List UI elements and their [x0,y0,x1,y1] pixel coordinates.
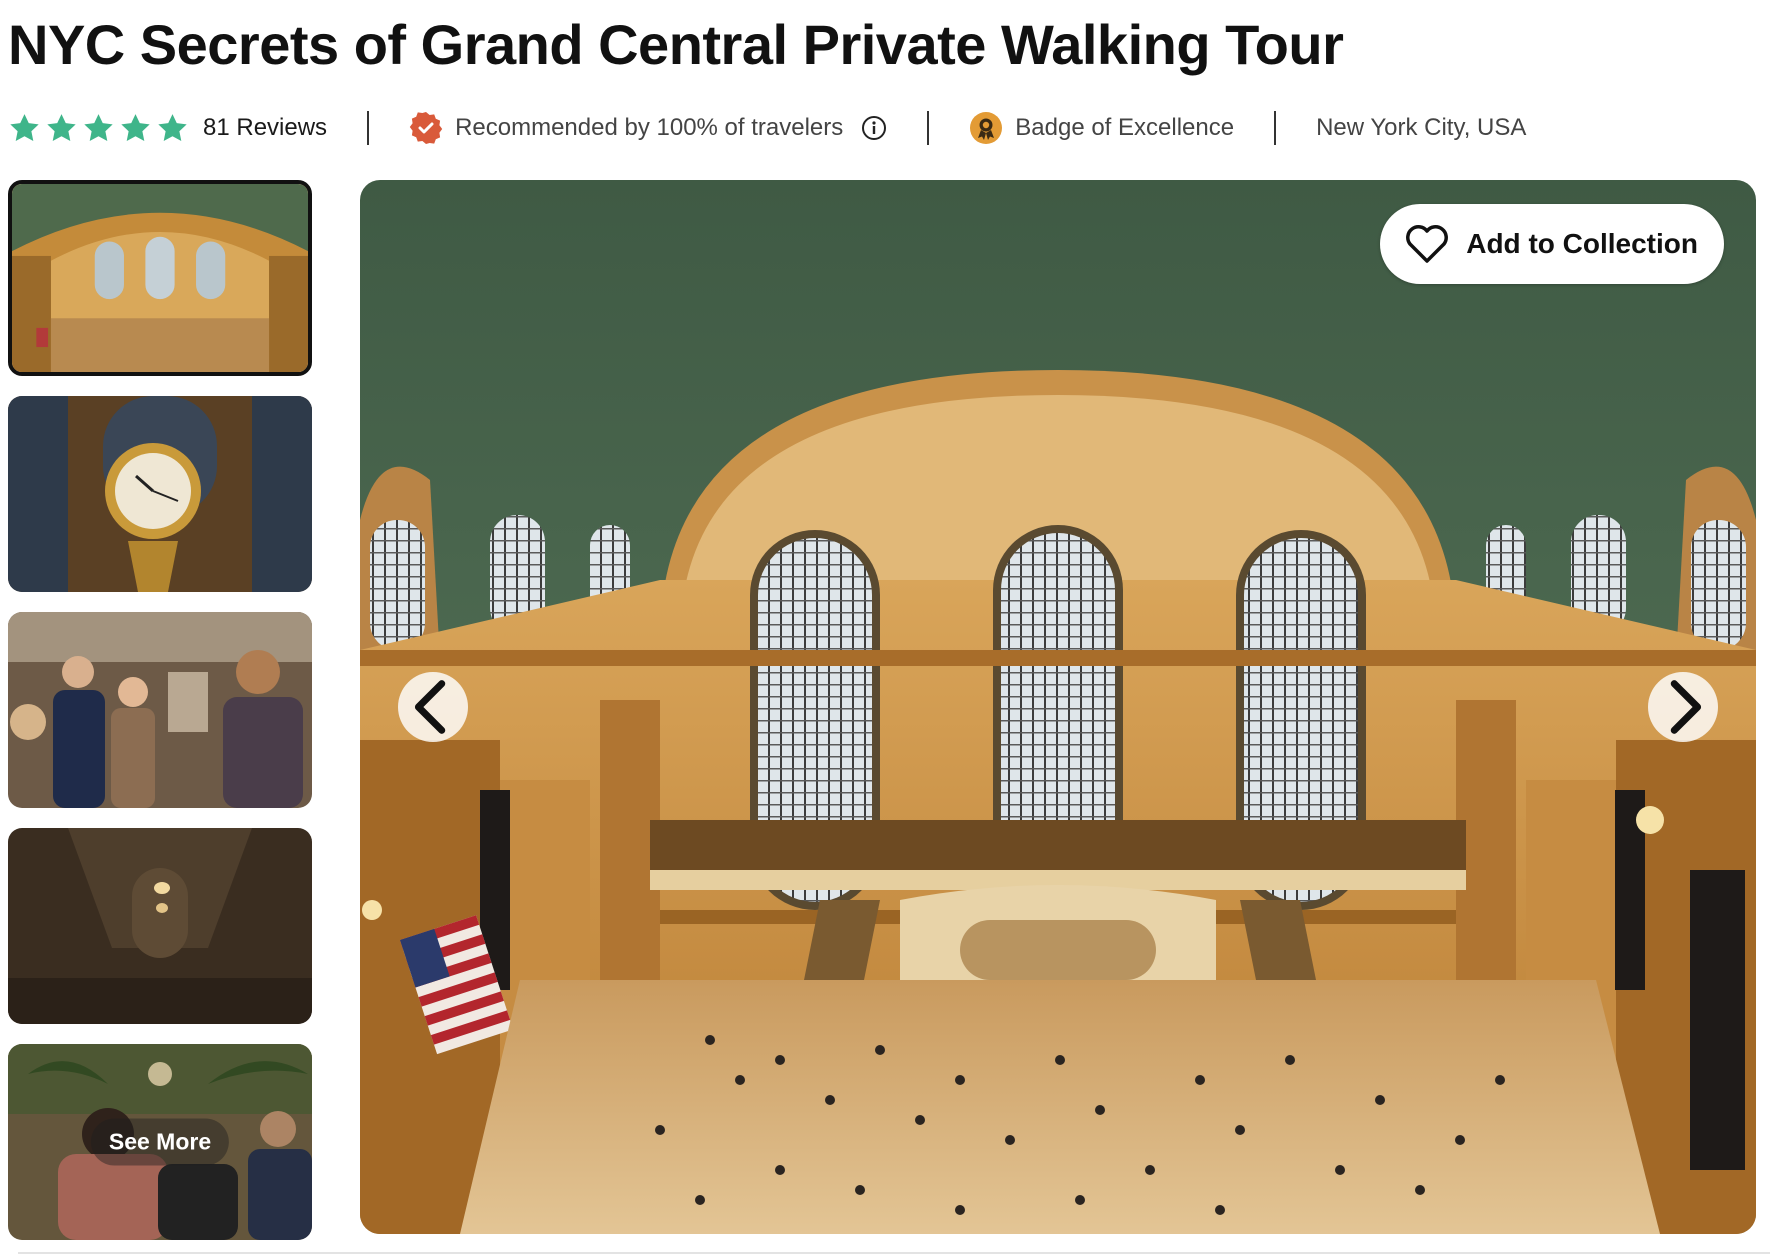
next-image-button[interactable] [1648,672,1718,742]
concourse-thumb-image [12,184,308,372]
star-icon [158,113,187,141]
divider [367,111,370,145]
star-icon [47,113,76,141]
clock-thumb-image [8,396,312,592]
reviews-link[interactable]: 81 Reviews [203,114,327,142]
chevron-left-icon [414,680,446,734]
star-icon [84,113,113,141]
thumbnail-clock[interactable] [8,396,312,592]
chevron-right-icon [1670,680,1702,734]
verified-badge-icon [409,111,443,145]
add-to-collection-label: Add to Collection [1466,228,1698,259]
thumbnail-tour-group[interactable] [8,612,312,808]
group-thumb-image [8,612,312,808]
badge-text: Badge of Excellence [1015,114,1235,141]
hero-image-carousel[interactable]: Add to Collection [360,180,1756,1234]
recommendation-text: Recommended by 100% of travelers [455,114,844,141]
previous-image-button[interactable] [398,672,468,742]
thumbnail-see-more[interactable]: See More [8,1044,312,1240]
divider [1274,111,1277,145]
info-icon[interactable] [861,115,887,141]
rating-stars [8,112,189,145]
page-title: NYC Secrets of Grand Central Private Wal… [8,13,1344,76]
see-more-button[interactable]: See More [90,1118,230,1166]
award-badge-icon [969,111,1003,145]
tour-meta-row: 81 Reviews Recommended by 100% of travel… [8,104,1526,152]
star-icon [10,113,39,141]
star-icon [121,113,150,141]
add-to-collection-button[interactable]: Add to Collection [1380,204,1724,284]
divider [927,111,930,145]
location-text: New York City, USA [1316,114,1527,141]
gallery-thumb-image [8,828,312,1024]
thumbnail-main-concourse[interactable] [8,180,312,376]
page-divider [18,1252,1770,1254]
thumbnail-whispering-gallery[interactable] [8,828,312,1024]
grand-central-hero-image [360,180,1756,1234]
heart-icon [1404,224,1450,264]
